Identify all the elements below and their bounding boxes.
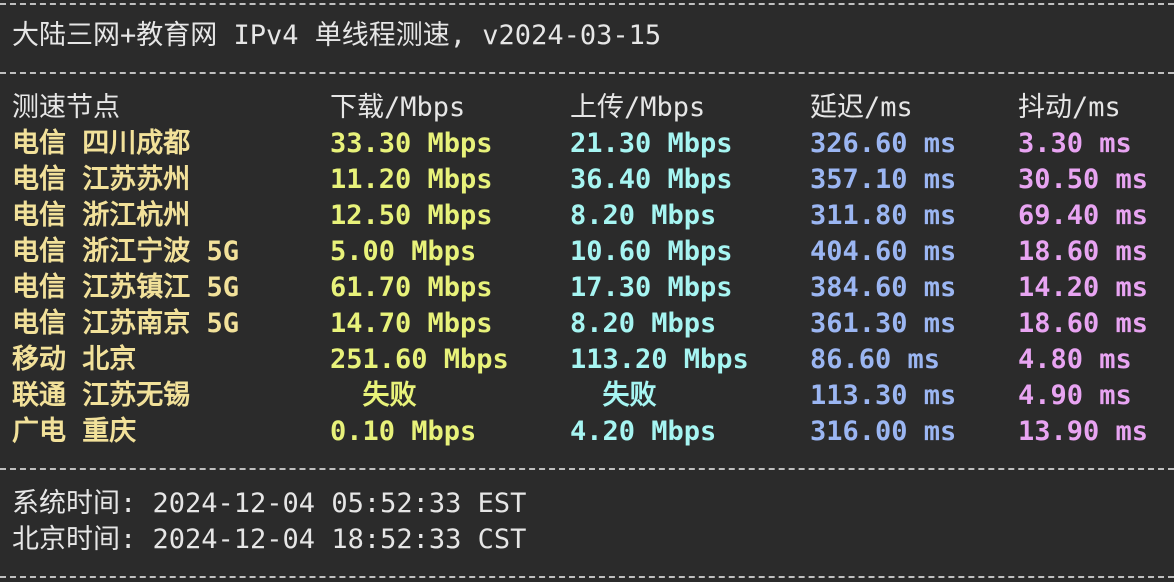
- latency-value: 384.60 ms: [810, 272, 957, 303]
- node-name: 联通 江苏无锡: [12, 380, 191, 411]
- beijing-time: 北京时间: 2024-12-04 18:52:33 CST: [12, 524, 527, 555]
- jitter-value: 30.50 ms: [1018, 164, 1149, 195]
- latency-value: 357.10 ms: [810, 164, 957, 195]
- upload-speed: 4.20 Mbps: [570, 416, 717, 447]
- latency-value: 311.80 ms: [810, 200, 957, 231]
- system-time: 系统时间: 2024-12-04 05:52:33 EST: [12, 488, 527, 519]
- divider-footer: [0, 468, 1174, 470]
- jitter-value: 3.30 ms: [1018, 128, 1132, 159]
- node-name: 电信 江苏镇江 5G: [12, 272, 240, 303]
- header-download: 下载/Mbps: [330, 92, 466, 123]
- node-name: 电信 江苏苏州: [12, 164, 191, 195]
- upload-speed: 21.30 Mbps: [570, 128, 733, 159]
- download-speed: 251.60 Mbps: [330, 344, 509, 375]
- latency-value: 404.60 ms: [810, 236, 957, 267]
- divider-header: [0, 72, 1174, 74]
- upload-speed: 10.60 Mbps: [570, 236, 733, 267]
- header-latency: 延迟/ms: [810, 92, 913, 123]
- latency-value: 86.60 ms: [810, 344, 941, 375]
- latency-value: 361.30 ms: [810, 308, 957, 339]
- download-speed: 12.50 Mbps: [330, 200, 493, 231]
- speedtest-title: 大陆三网+教育网 IPv4 单线程测速, v2024-03-15: [12, 20, 662, 51]
- jitter-value: 69.40 ms: [1018, 200, 1149, 231]
- jitter-value: 18.60 ms: [1018, 308, 1149, 339]
- download-speed: 11.20 Mbps: [330, 164, 493, 195]
- node-name: 电信 浙江宁波 5G: [12, 236, 240, 267]
- latency-value: 326.60 ms: [810, 128, 957, 159]
- upload-speed: 113.20 Mbps: [570, 344, 749, 375]
- node-name: 电信 浙江杭州: [12, 200, 191, 231]
- latency-value: 316.00 ms: [810, 416, 957, 447]
- divider-top: [0, 3, 1174, 5]
- upload-speed: 8.20 Mbps: [570, 200, 717, 231]
- download-speed: 33.30 Mbps: [330, 128, 493, 159]
- header-node: 测速节点: [12, 92, 120, 123]
- download-speed: 61.70 Mbps: [330, 272, 493, 303]
- jitter-value: 14.20 ms: [1018, 272, 1149, 303]
- jitter-value: 18.60 ms: [1018, 236, 1149, 267]
- latency-value: 113.30 ms: [810, 380, 957, 411]
- upload-speed: 17.30 Mbps: [570, 272, 733, 303]
- download-speed: 0.10 Mbps: [330, 416, 477, 447]
- download-speed: 失败: [330, 380, 417, 411]
- node-name: 广电 重庆: [12, 416, 137, 447]
- jitter-value: 4.90 ms: [1018, 380, 1132, 411]
- jitter-value: 13.90 ms: [1018, 416, 1149, 447]
- download-speed: 14.70 Mbps: [330, 308, 493, 339]
- node-name: 电信 四川成都: [12, 128, 191, 159]
- node-name: 电信 江苏南京 5G: [12, 308, 240, 339]
- header-upload: 上传/Mbps: [570, 92, 706, 123]
- upload-speed: 36.40 Mbps: [570, 164, 733, 195]
- upload-speed: 8.20 Mbps: [570, 308, 717, 339]
- download-speed: 5.00 Mbps: [330, 236, 477, 267]
- header-jitter: 抖动/ms: [1018, 92, 1121, 123]
- upload-speed: 失败: [570, 380, 657, 411]
- divider-bottom: [0, 576, 1174, 578]
- node-name: 移动 北京: [12, 344, 137, 375]
- jitter-value: 4.80 ms: [1018, 344, 1132, 375]
